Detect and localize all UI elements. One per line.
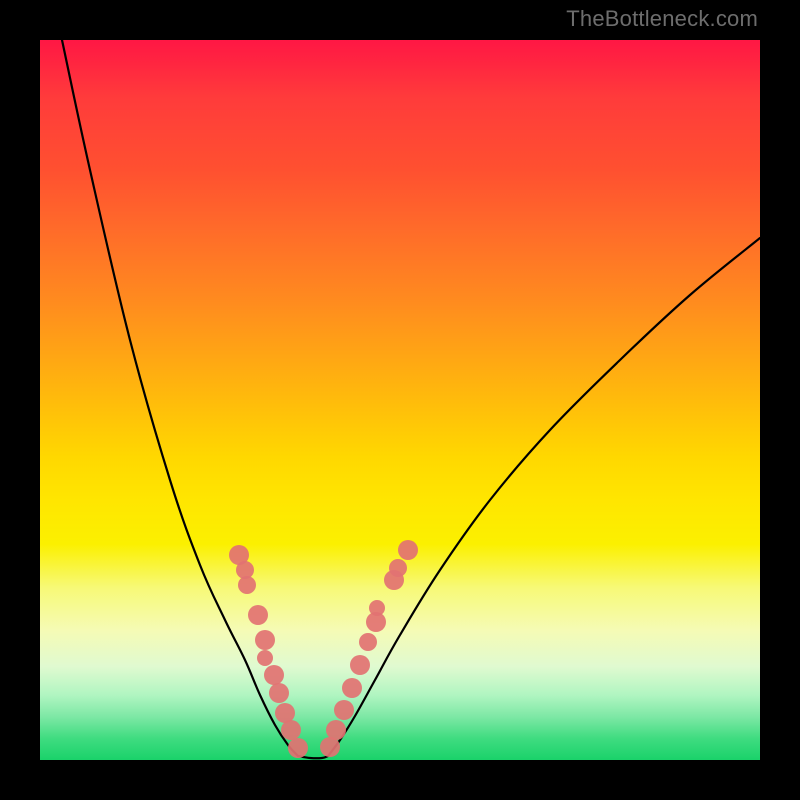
bead-right-7 xyxy=(369,600,385,616)
watermark-text: TheBottleneck.com xyxy=(566,6,758,32)
bead-left-8 xyxy=(275,703,295,723)
curve-right-branch xyxy=(328,238,760,756)
bead-left-5 xyxy=(257,650,273,666)
bead-right-1 xyxy=(326,720,346,740)
bead-left-9 xyxy=(281,720,301,740)
bead-right-3 xyxy=(342,678,362,698)
chart-svg xyxy=(40,40,760,760)
bead-left-10 xyxy=(288,738,308,758)
bead-right-2 xyxy=(334,700,354,720)
plot-area xyxy=(40,40,760,760)
curve-group xyxy=(62,40,760,758)
bead-left-3 xyxy=(248,605,268,625)
bead-left-7 xyxy=(269,683,289,703)
bead-right-5 xyxy=(359,633,377,651)
bead-left-4 xyxy=(255,630,275,650)
bead-right-10 xyxy=(398,540,418,560)
chart-container: TheBottleneck.com xyxy=(0,0,800,800)
bead-left-6 xyxy=(264,665,284,685)
bead-right-9 xyxy=(389,559,407,577)
bead-group xyxy=(229,540,418,758)
bead-right-0 xyxy=(320,737,340,757)
bead-right-4 xyxy=(350,655,370,675)
bead-left-2 xyxy=(238,576,256,594)
